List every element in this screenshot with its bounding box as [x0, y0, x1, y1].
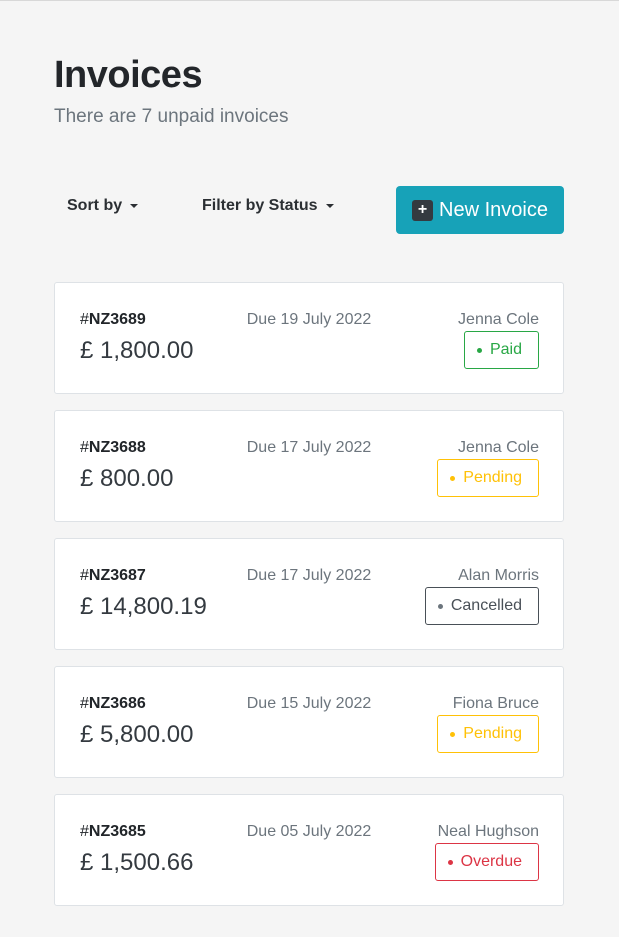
status-dot-icon [450, 731, 456, 737]
status-badge: Cancelled [424, 587, 539, 625]
caret-down-icon [325, 204, 334, 208]
status-label: Pending [463, 469, 522, 486]
page-header: Invoices There are 7 unpaid invoices [54, 53, 288, 129]
status-label: Pending [463, 725, 522, 742]
filter-label: Filter by Status [202, 197, 318, 214]
invoice-client: Jenna Cole [458, 439, 539, 456]
page-title: Invoices [54, 54, 203, 96]
status-dot-icon [447, 859, 453, 865]
invoice-client: Alan Morris [458, 567, 539, 584]
page-subtitle: There are 7 unpaid invoices [54, 106, 289, 127]
invoice-card[interactable]: #NZ3689 Due 19 July 2022 £ 1,800.00 Jenn… [54, 282, 564, 394]
filter-status-dropdown[interactable]: Filter by Status [202, 186, 334, 226]
invoice-amount: £ 800.00 [80, 465, 174, 492]
sort-dropdown[interactable]: Sort by [67, 186, 139, 226]
invoice-card[interactable]: #NZ3686 Due 15 July 2022 £ 5,800.00 Fion… [54, 666, 564, 778]
invoice-client: Fiona Bruce [452, 695, 539, 712]
plus-icon: + [412, 199, 434, 221]
invoice-card[interactable]: #NZ3685 Due 05 July 2022 £ 1,500.66 Neal… [54, 794, 564, 906]
invoice-client: Jenna Cole [458, 311, 539, 328]
status-badge: Pending [437, 715, 539, 753]
status-dot-icon [476, 347, 482, 353]
status-dot-icon [437, 603, 443, 609]
invoice-amount: £ 14,800.19 [80, 593, 207, 620]
status-label: Cancelled [450, 597, 522, 614]
status-label: Overdue [460, 853, 522, 870]
status-badge: Paid [463, 331, 539, 369]
status-dot-icon [450, 475, 456, 481]
invoice-client: Neal Hughson [437, 823, 539, 840]
invoice-list: #NZ3689 Due 19 July 2022 £ 1,800.00 Jenn… [54, 282, 564, 922]
caret-down-icon [130, 204, 139, 208]
invoice-card[interactable]: #NZ3687 Due 17 July 2022 £ 14,800.19 Ala… [54, 538, 564, 650]
status-badge: Pending [437, 459, 539, 497]
toolbar: Sort by Filter by Status + New Invoice [54, 186, 564, 234]
sort-label: Sort by [67, 197, 123, 214]
invoice-amount: £ 1,800.00 [80, 337, 194, 364]
invoice-card[interactable]: #NZ3688 Due 17 July 2022 £ 800.00 Jenna … [54, 410, 564, 522]
new-invoice-label: New Invoice [439, 198, 548, 221]
status-badge: Overdue [434, 843, 539, 881]
status-label: Paid [489, 341, 522, 358]
invoice-amount: £ 1,500.66 [80, 849, 194, 876]
new-invoice-button[interactable]: + New Invoice [396, 186, 564, 234]
invoice-amount: £ 5,800.00 [80, 721, 194, 748]
